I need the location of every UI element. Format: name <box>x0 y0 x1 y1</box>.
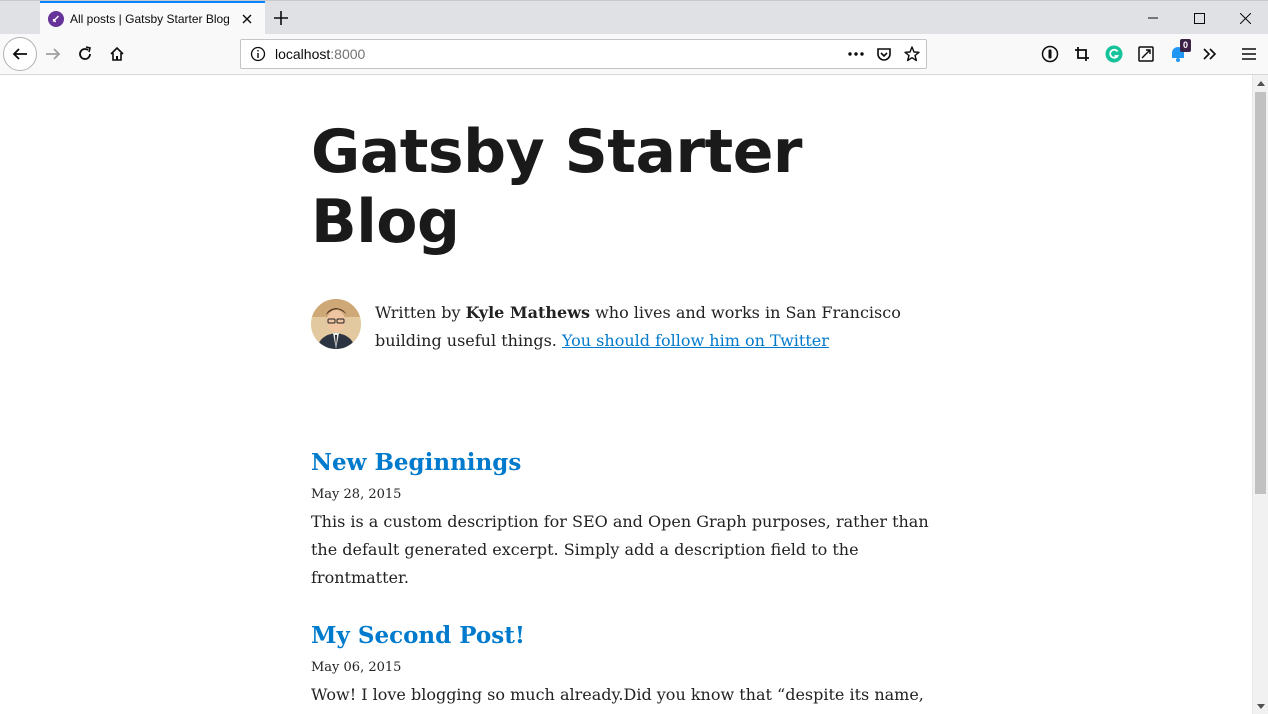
grammarly-icon[interactable] <box>1104 44 1124 64</box>
new-tab-button[interactable] <box>270 7 292 29</box>
author-bio: Written by Kyle Mathews who lives and wo… <box>311 299 951 355</box>
tab-title: All posts | Gatsby Starter Blog <box>70 12 230 26</box>
post-title-link[interactable]: New Beginnings <box>311 447 951 479</box>
twitter-link[interactable]: You should follow him on Twitter <box>562 331 829 350</box>
site-info-icon[interactable] <box>241 46 275 62</box>
site-title[interactable]: Gatsby Starter Blog <box>311 117 951 257</box>
post-date: May 28, 2015 <box>311 487 402 502</box>
vertical-scrollbar[interactable] <box>1252 75 1268 714</box>
crop-icon[interactable] <box>1072 44 1092 64</box>
bio-prefix: Written by <box>375 303 461 322</box>
bookmark-star-icon[interactable] <box>898 40 926 68</box>
address-bar[interactable]: localhost:8000 <box>240 39 927 69</box>
bio-text: Written by Kyle Mathews who lives and wo… <box>375 299 951 355</box>
navigation-toolbar: localhost:8000 0 <box>0 34 1268 75</box>
page-actions-icon[interactable] <box>842 40 870 68</box>
post-description: This is a custom description for SEO and… <box>311 512 929 587</box>
page-viewport: Gatsby Starter Blog Written by Kyle Math <box>0 75 1252 714</box>
maximize-button[interactable] <box>1176 1 1222 35</box>
url-port: :8000 <box>330 46 366 62</box>
post-item: My Second Post! May 06, 2015 Wow! I love… <box>311 620 951 709</box>
home-button[interactable] <box>101 38 133 70</box>
post-date: May 06, 2015 <box>311 660 402 675</box>
post-description: Wow! I love blogging so much already.Did… <box>311 685 924 704</box>
back-button[interactable] <box>3 37 37 71</box>
overflow-chevron-icon[interactable] <box>1200 44 1220 64</box>
url-host: localhost <box>275 46 331 62</box>
reload-button[interactable] <box>69 38 101 70</box>
close-icon[interactable] <box>239 11 255 27</box>
close-window-button[interactable] <box>1222 1 1268 35</box>
tab-strip: All posts | Gatsby Starter Blog <box>0 0 1268 35</box>
notification-extension-icon[interactable]: 0 <box>1168 39 1192 64</box>
author-avatar <box>311 299 361 349</box>
password-manager-icon[interactable] <box>1040 44 1060 64</box>
author-name: Kyle Mathews <box>465 303 590 322</box>
menu-hamburger-icon[interactable] <box>1239 44 1259 64</box>
tab-all-posts[interactable]: All posts | Gatsby Starter Blog <box>40 1 265 35</box>
gatsby-icon <box>48 11 64 27</box>
post-item: New Beginnings May 28, 2015 This is a cu… <box>311 447 951 592</box>
minimize-button[interactable] <box>1130 1 1176 35</box>
extension-badge: 0 <box>1180 39 1192 52</box>
pocket-icon[interactable] <box>870 40 898 68</box>
screenshot-icon[interactable] <box>1136 44 1156 64</box>
forward-button[interactable] <box>37 38 69 70</box>
scroll-up-icon[interactable] <box>1253 75 1268 91</box>
scroll-down-icon[interactable] <box>1253 698 1268 714</box>
scrollbar-thumb[interactable] <box>1255 92 1266 494</box>
post-title-link[interactable]: My Second Post! <box>311 620 951 652</box>
